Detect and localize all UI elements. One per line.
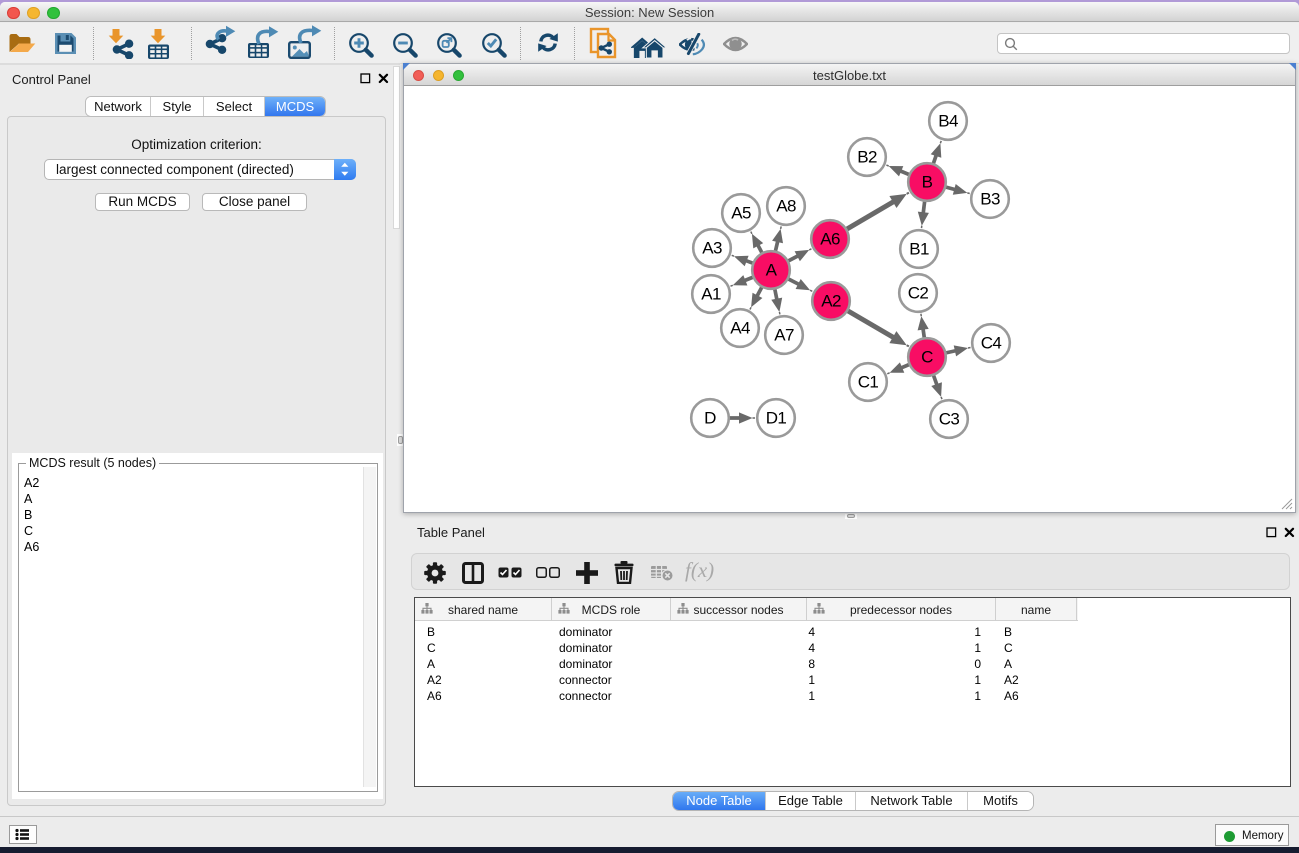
svg-text:A4: A4 xyxy=(730,319,750,338)
svg-text:A3: A3 xyxy=(702,239,722,258)
svg-text:D1: D1 xyxy=(766,409,787,428)
svg-text:A: A xyxy=(766,261,778,280)
svg-text:B2: B2 xyxy=(857,148,877,167)
svg-text:A8: A8 xyxy=(776,197,796,216)
svg-text:B4: B4 xyxy=(938,112,958,131)
svg-text:C1: C1 xyxy=(858,373,879,392)
svg-text:C2: C2 xyxy=(908,284,929,303)
svg-text:B3: B3 xyxy=(980,190,1000,209)
svg-text:A1: A1 xyxy=(701,285,721,304)
svg-text:B: B xyxy=(922,173,933,192)
svg-text:C4: C4 xyxy=(981,334,1002,353)
svg-text:D: D xyxy=(704,409,716,428)
svg-text:B1: B1 xyxy=(909,240,929,259)
svg-text:A5: A5 xyxy=(731,204,751,223)
svg-text:C: C xyxy=(921,348,933,367)
svg-text:A6: A6 xyxy=(820,230,840,249)
svg-text:C3: C3 xyxy=(939,410,960,429)
svg-text:A7: A7 xyxy=(774,326,794,345)
svg-text:A2: A2 xyxy=(821,292,841,311)
